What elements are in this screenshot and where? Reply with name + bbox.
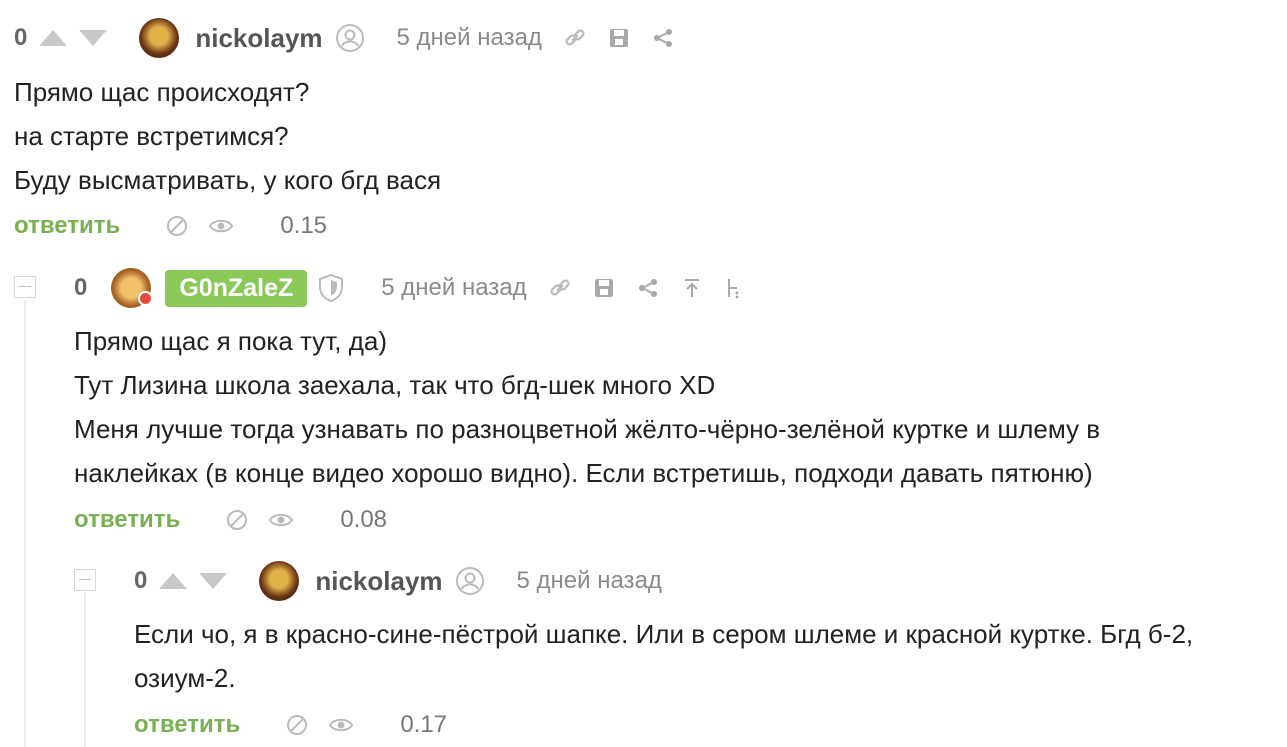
collapse-icon[interactable] (74, 569, 96, 591)
text-line: Если чо, я в красно-сине-пёстрой шапке. … (134, 619, 1194, 649)
comment-text: Прямо щас я пока тут, да) Тут Лизина шко… (74, 319, 1100, 495)
comment-score: 0 (134, 567, 148, 594)
comment-rating: 0.17 (400, 711, 448, 738)
link-icon[interactable] (564, 27, 586, 49)
eye-icon[interactable] (208, 216, 234, 236)
username[interactable]: nickolaym (315, 566, 442, 597)
reply-button[interactable]: ответить (134, 711, 240, 739)
thread-line[interactable] (24, 300, 26, 747)
text-line: Тут Лизина школа заехала, так что бгд-ше… (74, 370, 716, 400)
comment-3-footer: ответить 0.17 (134, 707, 447, 743)
comment-date[interactable]: 5 дней назад (381, 274, 526, 302)
text-line: на старте встретимся? (14, 121, 289, 151)
comment-2-header: 0 G0nZaleZ 5 дней назад (74, 268, 741, 308)
tree-icon[interactable] (725, 276, 741, 300)
avatar[interactable] (259, 561, 300, 601)
username[interactable]: nickolaym (195, 23, 322, 54)
arrow-down-icon[interactable] (199, 573, 228, 589)
text-line: Меня лучше тогда узнавать по разноцветно… (74, 414, 1101, 444)
collapse-icon[interactable] (14, 276, 36, 298)
text-line: Прямо щас происходят? (14, 77, 310, 107)
avatar[interactable] (139, 18, 180, 58)
share-icon[interactable] (652, 27, 674, 49)
user-icon (455, 566, 485, 596)
comment-1-header: 0 nickolaym 5 дней назад (14, 18, 674, 58)
comment-3-header: 0 nickolaym 5 дней назад (134, 561, 662, 601)
block-icon[interactable] (226, 509, 248, 531)
user-icon (335, 23, 365, 53)
comment-score: 0 (14, 24, 28, 51)
block-icon[interactable] (166, 215, 188, 237)
online-status-dot (138, 291, 154, 306)
comment-1-footer: ответить 0.15 (14, 208, 327, 244)
comment-text: Если чо, я в красно-сине-пёстрой шапке. … (134, 612, 1193, 700)
comment-date[interactable]: 5 дней назад (517, 567, 662, 595)
scroll-top-icon[interactable] (681, 277, 703, 299)
comment-2-footer: ответить 0.08 (74, 502, 387, 538)
link-icon[interactable] (549, 277, 571, 299)
reply-button[interactable]: ответить (14, 212, 120, 240)
save-icon[interactable] (608, 27, 630, 49)
text-line: наклейках (в конце видео хорошо видно). … (74, 458, 1093, 488)
text-line: озиум-2. (134, 663, 236, 693)
text-line: Буду высматривать, у кого бгд вася (14, 165, 442, 195)
comment-rating: 0.08 (340, 506, 388, 533)
comment-rating: 0.15 (280, 212, 328, 239)
thread-line[interactable] (84, 593, 86, 747)
block-icon[interactable] (286, 714, 308, 736)
share-icon[interactable] (637, 277, 659, 299)
arrow-down-icon[interactable] (79, 30, 108, 46)
eye-icon[interactable] (328, 715, 354, 735)
arrow-up-icon[interactable] (159, 573, 188, 589)
comment-date[interactable]: 5 дней назад (397, 24, 542, 52)
eye-icon[interactable] (268, 510, 294, 530)
comment-text: Прямо щас происходят? на старте встретим… (14, 70, 441, 202)
save-icon[interactable] (593, 277, 615, 299)
reply-button[interactable]: ответить (74, 506, 180, 534)
avatar[interactable] (111, 268, 154, 308)
shield-icon (317, 273, 345, 303)
arrow-up-icon[interactable] (39, 30, 68, 46)
comment-score: 0 (74, 274, 88, 301)
username-badge[interactable]: G0nZaleZ (165, 269, 308, 307)
text-line: Прямо щас я пока тут, да) (74, 326, 388, 356)
